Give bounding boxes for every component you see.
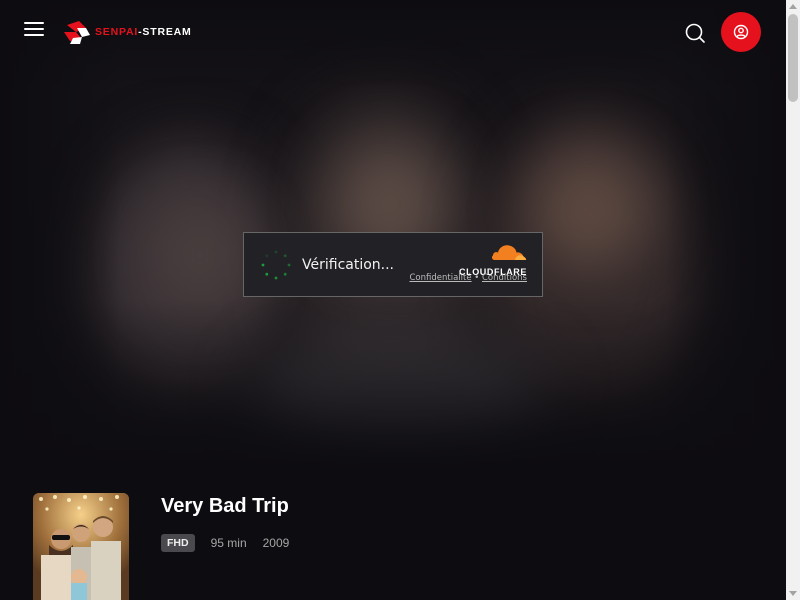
logo-icon bbox=[64, 21, 90, 44]
site-header: SENPAI-STREAM bbox=[0, 0, 786, 64]
movie-duration: 95 min bbox=[210, 536, 247, 550]
search-button[interactable] bbox=[684, 22, 706, 44]
captcha-links: Confidentialité • Conditions bbox=[410, 273, 528, 283]
user-account-button[interactable] bbox=[721, 12, 761, 52]
site-logo[interactable]: SENPAI-STREAM bbox=[64, 19, 192, 45]
page-scrollbar[interactable] bbox=[786, 0, 800, 600]
logo-text-primary: SENPAI bbox=[95, 26, 139, 38]
link-separator: • bbox=[474, 273, 480, 283]
hamburger-line bbox=[24, 34, 44, 36]
loading-spinner-icon bbox=[261, 250, 291, 280]
movie-meta: FHD 95 min 2009 bbox=[161, 533, 289, 553]
captcha-status-text: Vérification... bbox=[302, 257, 395, 273]
scrollbar-thumb[interactable] bbox=[788, 14, 798, 102]
cloudflare-cloud-icon bbox=[491, 245, 527, 260]
terms-link[interactable]: Conditions bbox=[482, 273, 527, 283]
hamburger-line bbox=[24, 28, 44, 30]
quality-badge: FHD bbox=[161, 534, 195, 552]
movie-title: Very Bad Trip bbox=[161, 495, 289, 517]
search-icon bbox=[685, 23, 705, 43]
menu-button[interactable] bbox=[22, 20, 46, 38]
cloudflare-logo: CLOUDFLARE bbox=[447, 243, 527, 277]
user-circle-icon bbox=[733, 24, 749, 40]
logo-text-secondary: -STREAM bbox=[138, 26, 192, 38]
movie-poster[interactable] bbox=[33, 493, 129, 600]
privacy-link[interactable]: Confidentialité bbox=[410, 273, 472, 283]
poster-image bbox=[33, 493, 129, 600]
scroll-down-arrow-icon[interactable] bbox=[789, 591, 797, 596]
scroll-up-arrow-icon[interactable] bbox=[789, 4, 797, 9]
cloudflare-captcha-widget[interactable]: Vérification... CLOUDFLARE Confidentiali… bbox=[243, 232, 543, 297]
movie-year: 2009 bbox=[262, 536, 290, 550]
page: SENPAI-STREAM Vérification... CLOUDFLARE… bbox=[0, 0, 800, 600]
logo-text: SENPAI-STREAM bbox=[95, 26, 192, 38]
hamburger-menu-icon bbox=[24, 22, 44, 24]
